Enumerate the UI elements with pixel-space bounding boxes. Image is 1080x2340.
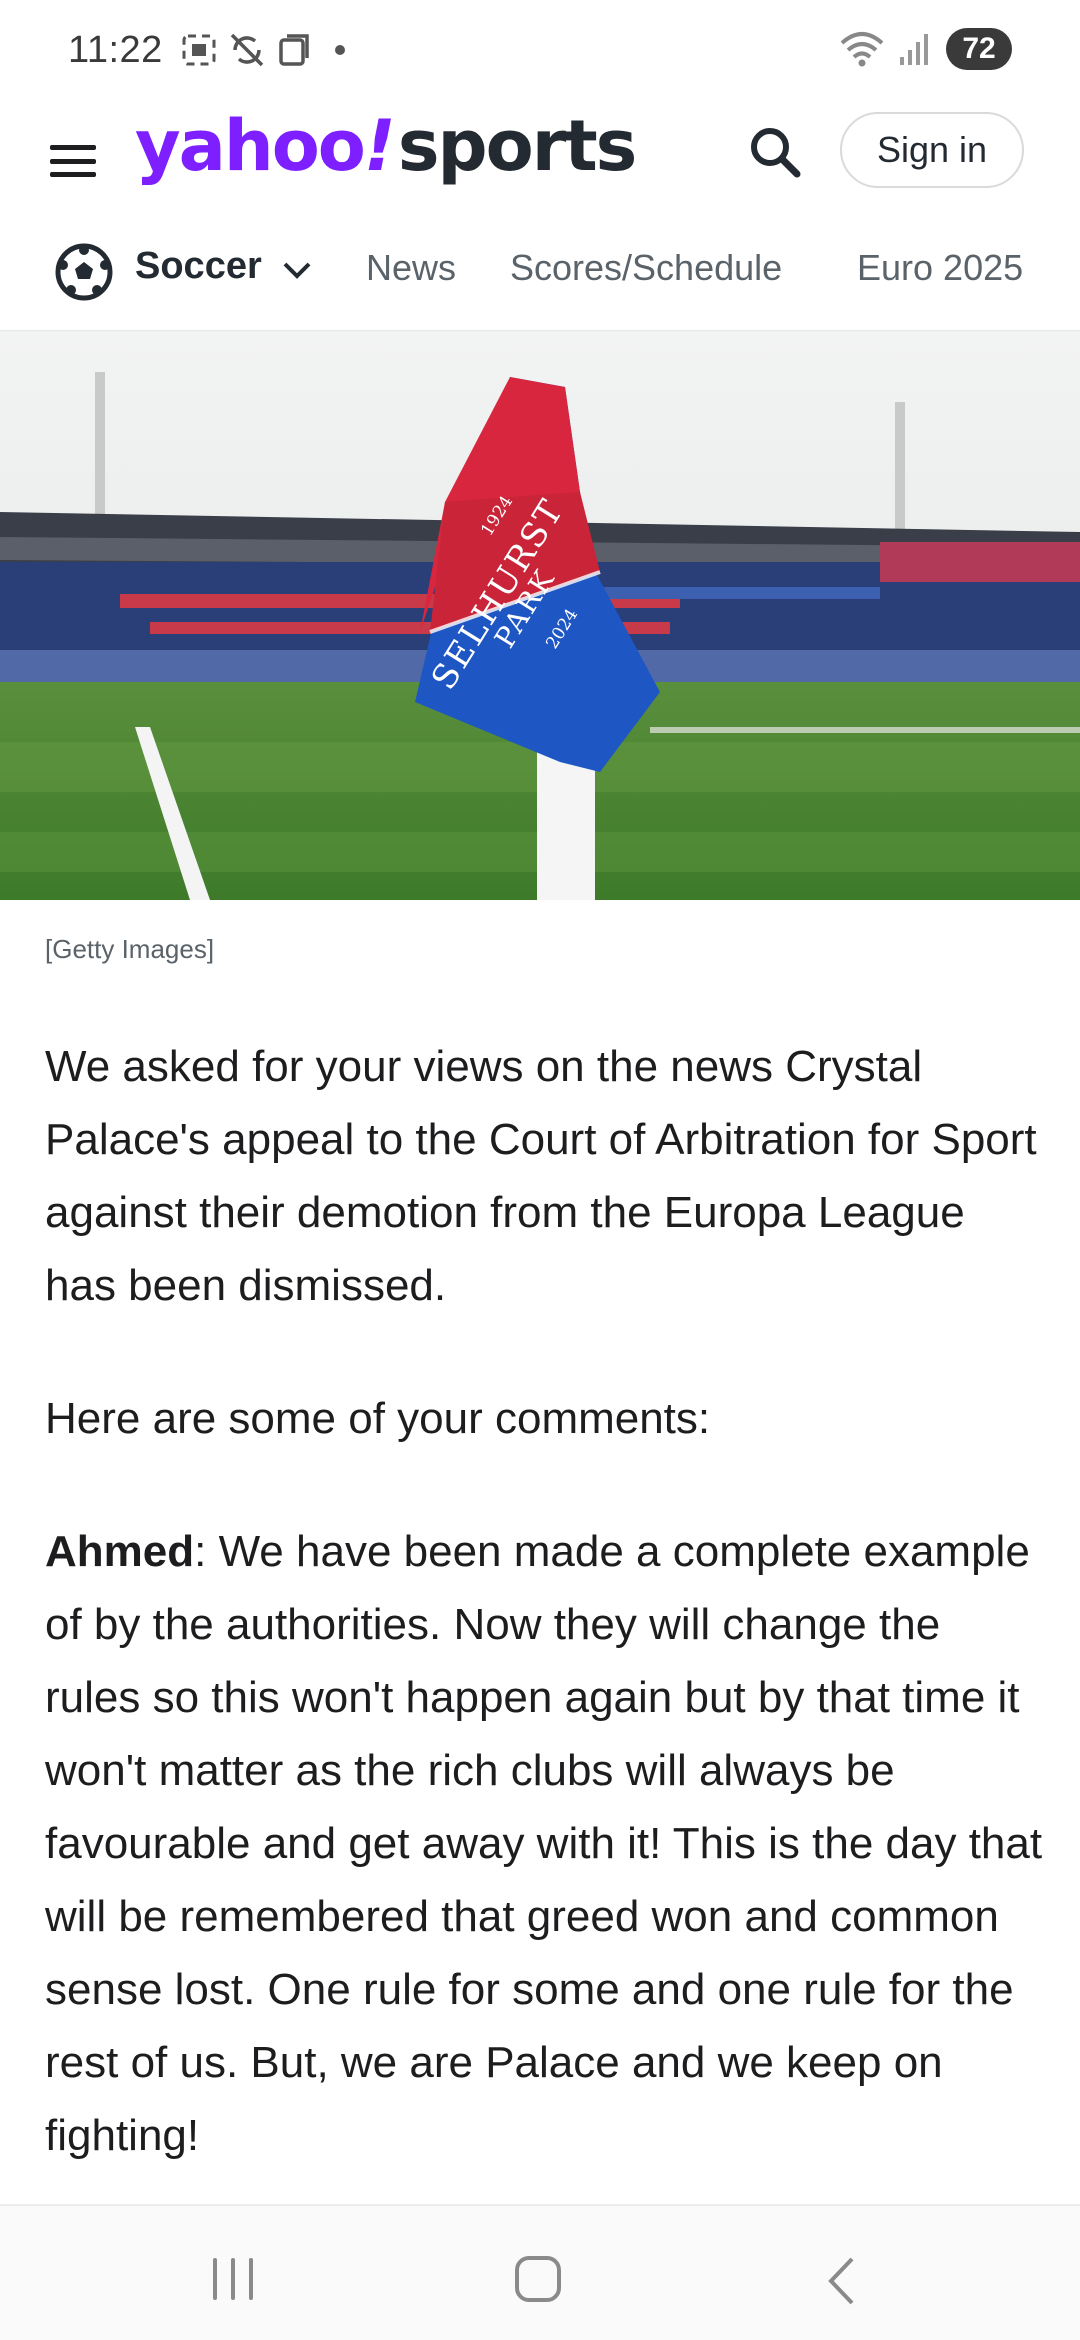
chevron-down-icon[interactable]: [282, 261, 312, 281]
system-nav-bar: [0, 2204, 1080, 2340]
tablet-icon: [279, 34, 309, 66]
sport-selector[interactable]: Soccer: [135, 245, 262, 288]
article-lead: Here are some of your comments:: [45, 1394, 711, 1443]
comment-author: Ahmed: [45, 1527, 195, 1576]
wifi-icon: [840, 32, 884, 67]
system-indicators: 72: [840, 28, 1012, 70]
home-button[interactable]: [515, 2256, 561, 2302]
notification-icons: [181, 31, 313, 69]
article-intro: We asked for your views on the news Crys…: [45, 1042, 1037, 1310]
recents-icon-bar: [249, 2258, 253, 2300]
recents-icon-bar: [231, 2258, 235, 2300]
nav-link-scores-schedule[interactable]: Scores/Schedule: [510, 247, 782, 289]
menu-icon: [50, 145, 96, 150]
article-hero-image: 1924 SELHURST PARK 2024: [0, 332, 1080, 900]
battery-indicator: 72: [946, 28, 1012, 70]
menu-icon-bar: [50, 172, 96, 177]
nav-link-euro-2025[interactable]: Euro 2025: [857, 247, 1025, 289]
site-header: yahoo! sports Sign in Soccer News Scores/…: [0, 100, 1080, 305]
signal-icon: [900, 34, 928, 65]
back-icon[interactable]: [826, 2256, 856, 2306]
nav-link-news[interactable]: News: [366, 247, 456, 289]
soccer-ball-icon: [55, 243, 113, 301]
recents-icon: [213, 2258, 217, 2300]
search-icon: [751, 128, 801, 178]
logo-sports-text: sports: [397, 105, 638, 187]
notification-dot: [334, 45, 345, 55]
comment-text: : We have been made a complete example o…: [45, 1527, 1043, 2160]
article-body: We asked for your views on the news Crys…: [45, 1030, 1045, 2232]
status-time: 11:22: [68, 28, 163, 71]
menu-icon-bar: [50, 158, 96, 164]
yahoo-sports-logo[interactable]: yahoo! sports: [135, 105, 638, 187]
sign-in-button[interactable]: Sign in: [840, 112, 1024, 188]
search-button[interactable]: [745, 122, 805, 182]
logo-yahoo-text: yahoo: [135, 105, 366, 187]
screenshot-icon: [182, 34, 216, 66]
sync-off-icon: [230, 33, 264, 67]
reader-comment: Ahmed: We have been made a complete exam…: [45, 1515, 1045, 2172]
recent-apps-button[interactable]: [213, 2258, 253, 2300]
image-caption: [Getty Images]: [45, 934, 215, 964]
logo-bang: !: [363, 105, 396, 187]
menu-button[interactable]: [50, 138, 96, 184]
status-bar: 11:22 72: [0, 0, 1080, 100]
sport-subnav: Soccer News Scores/Schedule Euro 2025: [0, 225, 1080, 305]
